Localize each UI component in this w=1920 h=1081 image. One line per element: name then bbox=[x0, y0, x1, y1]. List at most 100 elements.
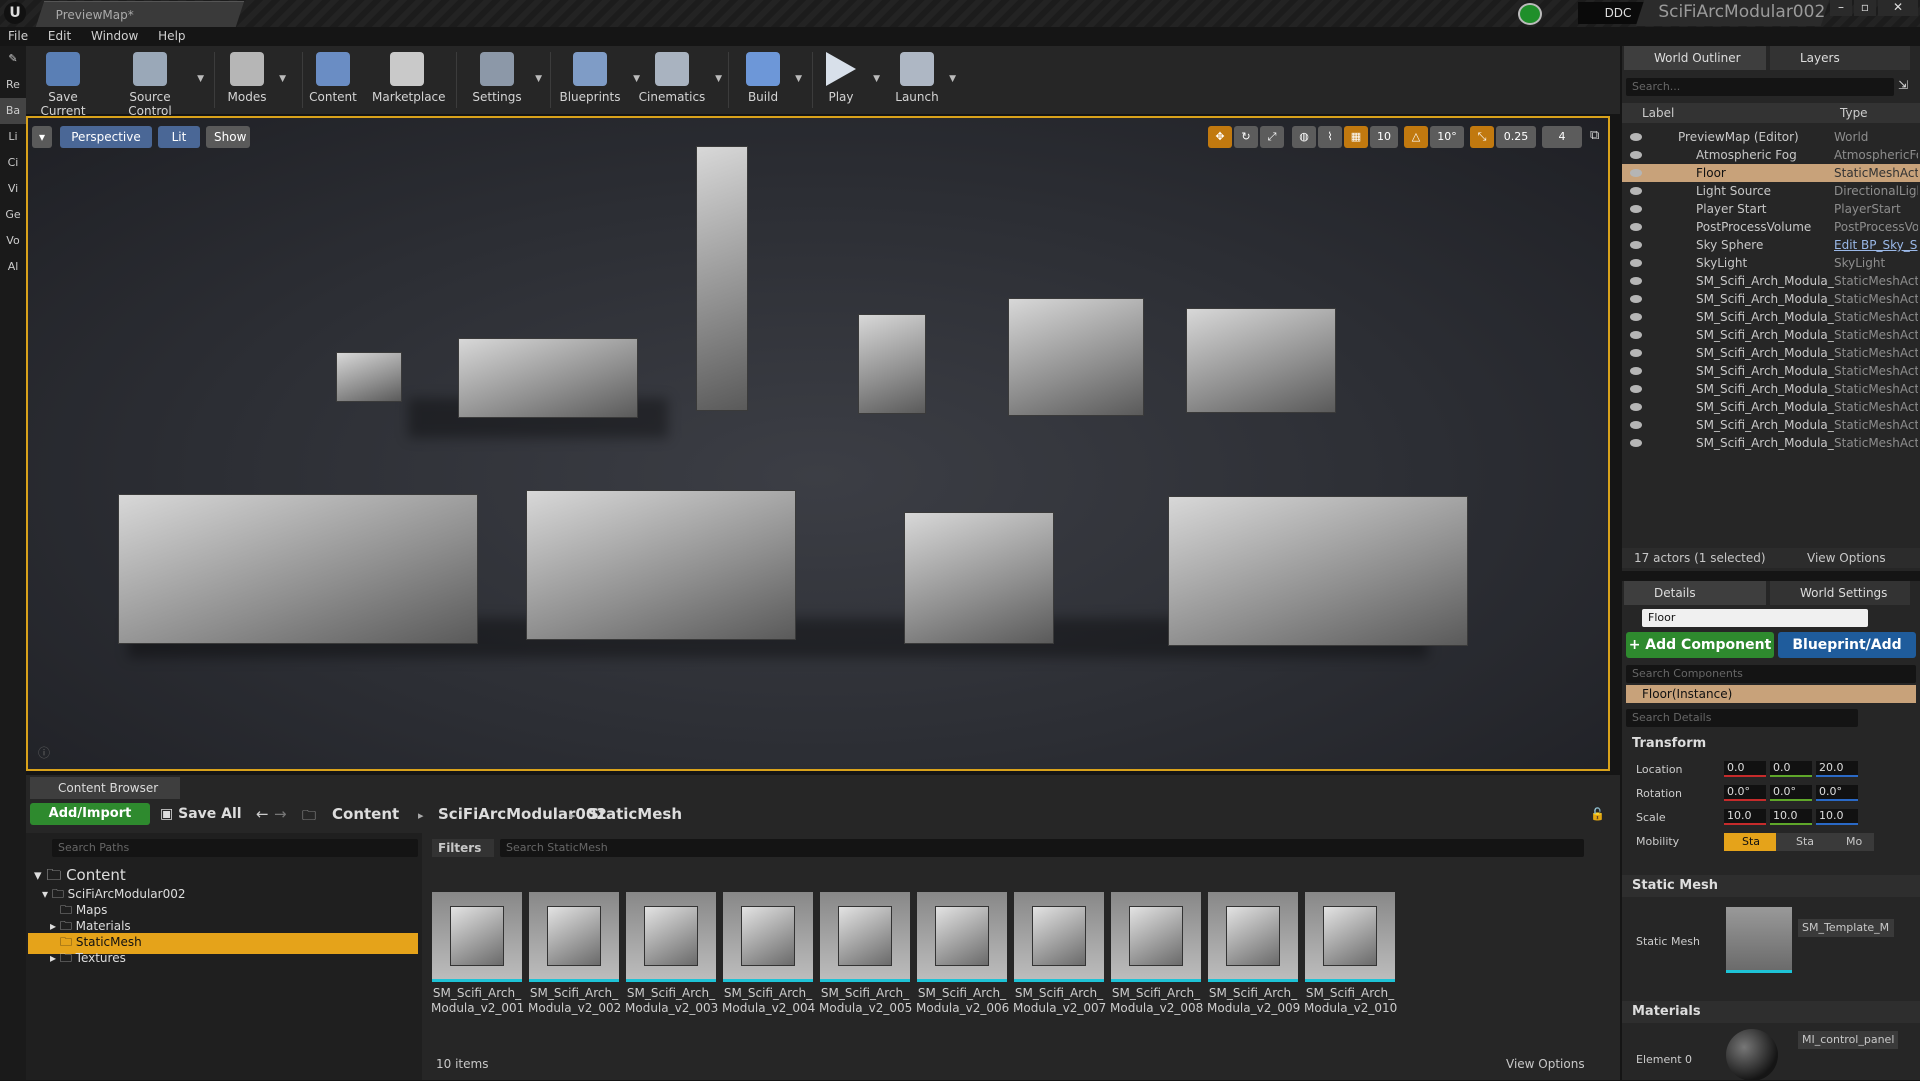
outliner-row-type[interactable]: Edit BP_Sky_Sphere bbox=[1834, 236, 1918, 254]
mode-all-classes[interactable]: Al bbox=[0, 254, 26, 280]
visibility-eye-icon[interactable] bbox=[1630, 439, 1642, 447]
scene-mesh[interactable] bbox=[1186, 308, 1336, 413]
scene-mesh[interactable] bbox=[458, 338, 638, 418]
outliner-row[interactable]: SM_Scifi_Arch_Modula_v2StaticMeshActor bbox=[1622, 272, 1920, 290]
mode-recent[interactable]: Re bbox=[0, 72, 26, 98]
scene-mesh[interactable] bbox=[526, 490, 796, 640]
column-label[interactable]: Label bbox=[1642, 106, 1674, 120]
actor-name-input[interactable]: Floor bbox=[1642, 609, 1868, 627]
outliner-row[interactable]: Player Start PlayerStart bbox=[1622, 200, 1920, 218]
tab-details[interactable]: Details bbox=[1624, 581, 1766, 605]
lit-button[interactable]: Lit bbox=[158, 126, 200, 148]
level-viewport[interactable]: ▾ Perspective Lit Show ✥ ↻ ⤢ ◍ ⌇ ▦ 10 △ … bbox=[26, 116, 1610, 771]
outliner-row[interactable]: SM_Scifi_Arch_Modula_v2StaticMeshActor bbox=[1622, 398, 1920, 416]
place-mode-icon[interactable]: ✎ bbox=[0, 46, 26, 72]
asset-thumbnail[interactable] bbox=[432, 892, 522, 982]
outliner-row[interactable]: PreviewMap (Editor) World bbox=[1622, 128, 1920, 146]
asset-label[interactable]: SM_Scifi_Arch_ Modula_v2_001 bbox=[431, 986, 524, 1016]
asset-thumbnail[interactable] bbox=[917, 892, 1007, 982]
outliner-row[interactable]: SkyLight SkyLight bbox=[1622, 254, 1920, 272]
scale-snap-value[interactable]: 0.25 bbox=[1496, 126, 1536, 148]
save-current-button[interactable]: Save Current bbox=[32, 50, 94, 118]
tab-content-browser[interactable]: Content Browser bbox=[30, 777, 180, 799]
visibility-eye-icon[interactable] bbox=[1630, 313, 1642, 321]
visibility-eye-icon[interactable] bbox=[1630, 169, 1642, 177]
material-picker[interactable]: MI_control_panel bbox=[1798, 1031, 1898, 1049]
asset-thumbnail[interactable] bbox=[1111, 892, 1201, 982]
chevron-down-icon[interactable]: ▼ bbox=[197, 74, 204, 84]
static-mesh-picker[interactable]: SM_Template_M bbox=[1798, 919, 1894, 937]
rotation-z-field[interactable]: 0.0° bbox=[1816, 785, 1858, 801]
asset-label[interactable]: SM_Scifi_Arch_ Modula_v2_007 bbox=[1013, 986, 1106, 1016]
outliner-row[interactable]: SM_Scifi_Arch_Modula_v2StaticMeshActor bbox=[1622, 416, 1920, 434]
asset-label[interactable]: SM_Scifi_Arch_ Modula_v2_004 bbox=[722, 986, 815, 1016]
asset-thumbnail[interactable] bbox=[820, 892, 910, 982]
scale-label[interactable]: Scale bbox=[1636, 811, 1666, 824]
lock-icon[interactable]: 🔓 bbox=[1590, 807, 1605, 821]
asset-label[interactable]: SM_Scifi_Arch_ Modula_v2_002 bbox=[528, 986, 621, 1016]
asset-label[interactable]: SM_Scifi_Arch_ Modula_v2_009 bbox=[1207, 986, 1300, 1016]
document-tab[interactable]: PreviewMap* bbox=[35, 1, 245, 27]
chevron-down-icon[interactable]: ▼ bbox=[949, 74, 956, 84]
modes-button[interactable]: Modes ▼ bbox=[222, 50, 286, 112]
mobility-stationary[interactable]: Sta bbox=[1778, 833, 1826, 851]
outliner-row[interactable]: Light Source DirectionalLight bbox=[1622, 182, 1920, 200]
add-filter-icon[interactable]: ⇲ bbox=[1898, 78, 1908, 92]
search-components-input[interactable]: Search Components bbox=[1626, 665, 1916, 683]
mode-visual-effects[interactable]: Vi bbox=[0, 176, 26, 202]
column-type[interactable]: Type bbox=[1840, 106, 1868, 120]
visibility-eye-icon[interactable] bbox=[1630, 205, 1642, 213]
visibility-eye-icon[interactable] bbox=[1630, 421, 1642, 429]
scale-z-field[interactable]: 10.0 bbox=[1816, 809, 1858, 825]
source-control-button[interactable]: Source Control ▼ bbox=[110, 50, 204, 118]
asset-thumbnail[interactable] bbox=[1305, 892, 1395, 982]
marketplace-button[interactable]: Marketplace bbox=[372, 50, 446, 112]
mode-basic[interactable]: Ba bbox=[0, 98, 26, 124]
maximize-viewport-icon[interactable]: ⧉ bbox=[1590, 128, 1599, 143]
content-button[interactable]: Content bbox=[308, 50, 358, 112]
search-paths-input[interactable]: Search Paths bbox=[52, 839, 418, 857]
static-mesh-section[interactable]: Static Mesh bbox=[1622, 875, 1920, 897]
asset-label[interactable]: SM_Scifi_Arch_ Modula_v2_010 bbox=[1304, 986, 1397, 1016]
scene-mesh[interactable] bbox=[696, 146, 748, 411]
cinematics-button[interactable]: Cinematics ▼ bbox=[636, 50, 722, 112]
materials-section[interactable]: Materials bbox=[1622, 1001, 1920, 1023]
chevron-down-icon[interactable]: ▼ bbox=[873, 74, 880, 84]
location-label[interactable]: Location bbox=[1636, 763, 1683, 776]
mode-lights[interactable]: Li bbox=[0, 124, 26, 150]
transform-section[interactable]: Transform bbox=[1622, 733, 1920, 755]
scale-x-field[interactable]: 10.0 bbox=[1724, 809, 1766, 825]
asset-thumbnail[interactable] bbox=[1208, 892, 1298, 982]
visibility-eye-icon[interactable] bbox=[1630, 367, 1642, 375]
viewport-options-button[interactable]: ▾ bbox=[32, 126, 52, 148]
show-button[interactable]: Show bbox=[206, 126, 250, 148]
outliner-row[interactable]: SM_Scifi_Arch_Modula_v2StaticMeshActor bbox=[1622, 308, 1920, 326]
scale-icon[interactable]: ⤢ bbox=[1260, 126, 1284, 148]
breadcrumb-project[interactable]: SciFiArcModular002 bbox=[438, 805, 607, 823]
scene-mesh[interactable] bbox=[1168, 496, 1468, 646]
scale-y-field[interactable]: 10.0 bbox=[1770, 809, 1812, 825]
rotation-snap-value[interactable]: 10° bbox=[1430, 126, 1464, 148]
static-mesh-thumbnail[interactable] bbox=[1726, 907, 1792, 973]
outliner-view-options[interactable]: View Options bbox=[1807, 551, 1886, 565]
menu-file[interactable]: File bbox=[0, 27, 36, 45]
outliner-row[interactable]: SM_Scifi_Arch_Modula_v2StaticMeshActor bbox=[1622, 434, 1920, 452]
rotation-y-field[interactable]: 0.0° bbox=[1770, 785, 1812, 801]
mobility-static[interactable]: Sta bbox=[1724, 833, 1776, 851]
close-icon[interactable]: ✕ bbox=[1878, 0, 1918, 16]
grid-snap-value[interactable]: 10 bbox=[1370, 126, 1398, 148]
scene-mesh[interactable] bbox=[336, 352, 402, 402]
asset-label[interactable]: SM_Scifi_Arch_ Modula_v2_003 bbox=[625, 986, 718, 1016]
outliner-row[interactable]: Atmospheric Fog AtmosphericFog bbox=[1622, 146, 1920, 164]
scene-mesh[interactable] bbox=[118, 494, 478, 644]
mobility-movable[interactable]: Mo bbox=[1828, 833, 1874, 851]
surface-snap-icon[interactable]: ⌇ bbox=[1318, 126, 1342, 148]
chevron-down-icon[interactable]: ▼ bbox=[279, 74, 286, 84]
search-details-input[interactable]: Search Details bbox=[1626, 709, 1858, 727]
visibility-eye-icon[interactable] bbox=[1630, 349, 1642, 357]
rotation-snap-icon[interactable]: △ bbox=[1404, 126, 1428, 148]
visibility-eye-icon[interactable] bbox=[1630, 151, 1642, 159]
material-preview-sphere[interactable] bbox=[1726, 1029, 1778, 1081]
chevron-down-icon[interactable]: ▼ bbox=[715, 74, 722, 84]
maximize-icon[interactable]: ▫ bbox=[1854, 0, 1876, 16]
